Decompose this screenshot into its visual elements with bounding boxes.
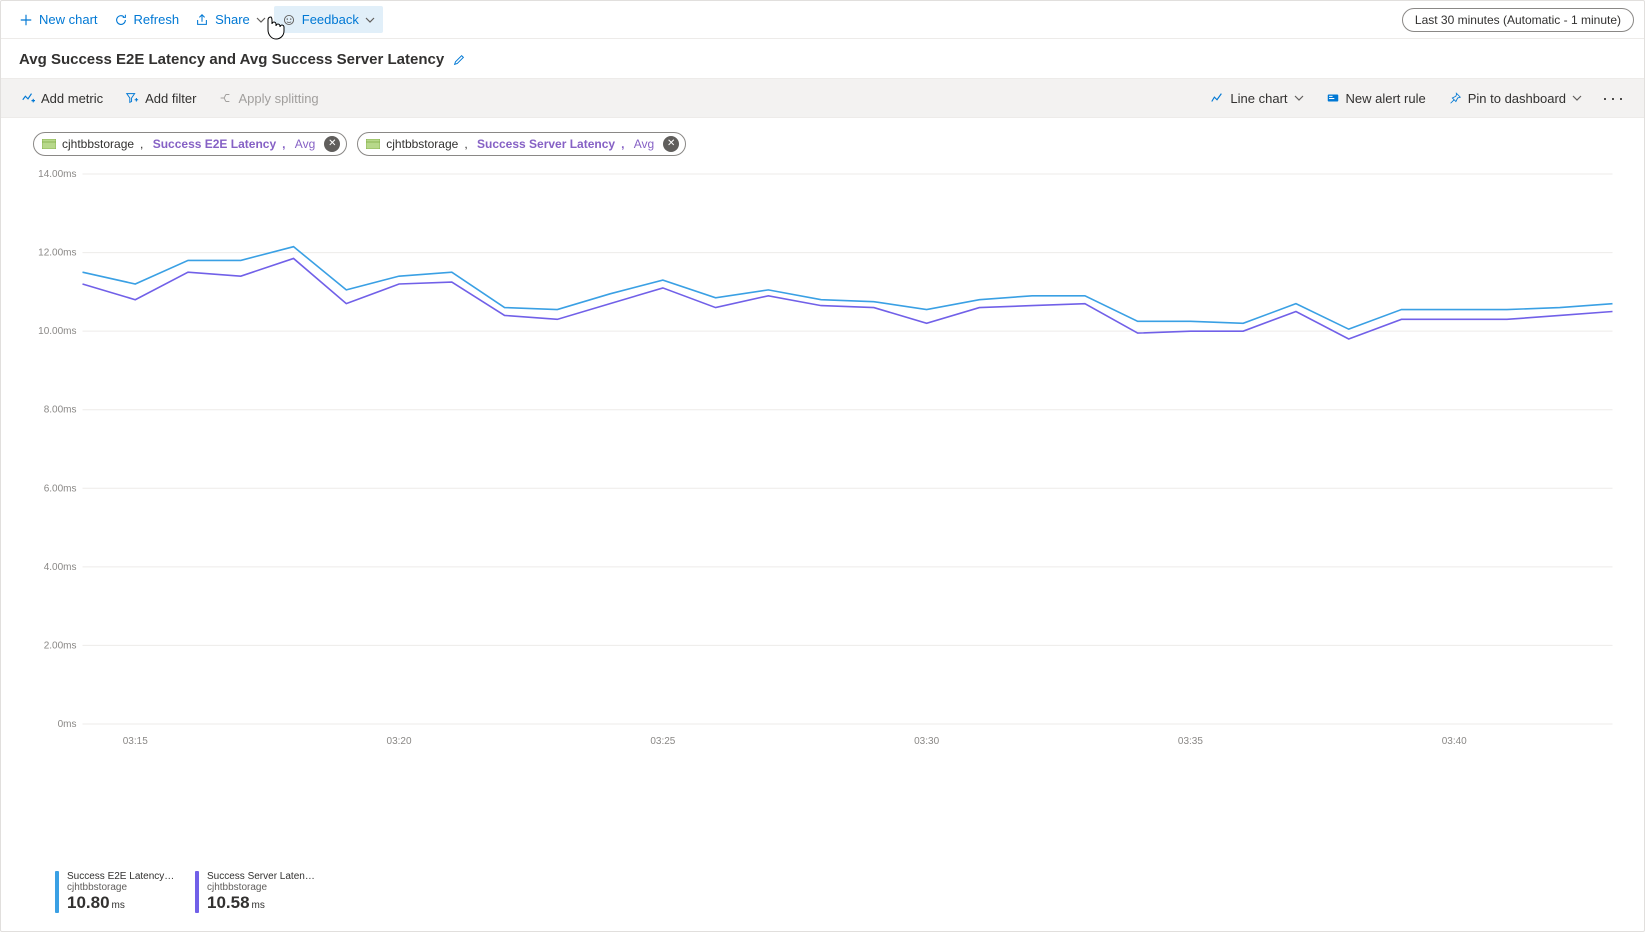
legend-resource: cjhtbbstorage	[207, 882, 315, 893]
svg-text:2.00ms: 2.00ms	[44, 640, 77, 651]
chevron-down-icon	[1294, 93, 1304, 103]
legend-unit: ms	[112, 900, 125, 911]
new-alert-label: New alert rule	[1346, 91, 1426, 106]
remove-chip-icon[interactable]: ✕	[324, 136, 340, 152]
alert-icon	[1326, 91, 1340, 105]
chart-type-dropdown[interactable]: Line chart	[1200, 85, 1313, 112]
svg-text:8.00ms: 8.00ms	[44, 405, 77, 416]
add-metric-label: Add metric	[41, 91, 103, 106]
refresh-button[interactable]: Refresh	[106, 6, 188, 33]
legend-item[interactable]: Success E2E Latency … cjhtbbstorage 10.8…	[55, 871, 177, 913]
chip-aggregation: Avg	[634, 137, 654, 151]
chevron-down-icon	[1572, 93, 1582, 103]
refresh-label: Refresh	[134, 12, 180, 27]
chart-title-row: Avg Success E2E Latency and Avg Success …	[1, 39, 1644, 78]
legend-series-name: Success E2E Latency …	[67, 871, 177, 882]
top-toolbar: New chart Refresh Share Feedback Last 30…	[1, 1, 1644, 39]
apply-splitting-label: Apply splitting	[238, 91, 318, 106]
chip-resource: cjhtbbstorage	[62, 137, 134, 151]
chart-area[interactable]: 0ms 2.00ms 4.00ms 6.00ms 8.00ms 10.00ms 12.00m…	[19, 168, 1626, 865]
legend-unit: ms	[252, 900, 265, 911]
filter-plus-icon	[125, 91, 139, 105]
chevron-down-icon	[365, 15, 375, 25]
sparkle-plus-icon	[21, 91, 35, 105]
legend-color-swatch	[55, 871, 59, 913]
add-filter-label: Add filter	[145, 91, 196, 106]
legend-value: 10.58	[207, 893, 250, 912]
refresh-icon	[114, 13, 128, 27]
legend-value: 10.80	[67, 893, 110, 912]
feedback-label: Feedback	[302, 12, 359, 27]
legend-item[interactable]: Success Server Laten… cjhtbbstorage 10.5…	[195, 871, 315, 913]
apply-splitting-button: Apply splitting	[208, 85, 328, 112]
remove-chip-icon[interactable]: ✕	[663, 136, 679, 152]
feedback-icon	[282, 13, 296, 27]
svg-text:12.00ms: 12.00ms	[38, 248, 76, 259]
svg-text:6.00ms: 6.00ms	[44, 483, 77, 494]
svg-text:03:25: 03:25	[650, 736, 675, 747]
pin-label: Pin to dashboard	[1468, 91, 1566, 106]
add-filter-button[interactable]: Add filter	[115, 85, 206, 112]
chevron-down-icon	[256, 15, 266, 25]
edit-title-icon[interactable]	[452, 53, 466, 67]
split-icon	[218, 91, 232, 105]
svg-text:10.00ms: 10.00ms	[38, 326, 76, 337]
time-range-picker[interactable]: Last 30 minutes (Automatic - 1 minute)	[1402, 8, 1634, 32]
metric-chip[interactable]: cjhtbbstorage, Success Server Latency, A…	[357, 132, 686, 156]
chip-metric: Success Server Latency	[477, 137, 615, 151]
svg-text:0ms: 0ms	[58, 719, 77, 730]
legend-series-name: Success Server Laten…	[207, 871, 315, 882]
pin-icon	[1448, 91, 1462, 105]
time-range-label: Last 30 minutes (Automatic - 1 minute)	[1415, 13, 1621, 27]
more-actions-button[interactable]: ···	[1594, 88, 1634, 109]
chart-type-label: Line chart	[1230, 91, 1287, 106]
legend-color-swatch	[195, 871, 199, 913]
chart-title: Avg Success E2E Latency and Avg Success …	[19, 51, 444, 68]
svg-text:4.00ms: 4.00ms	[44, 562, 77, 573]
metric-chip[interactable]: cjhtbbstorage, Success E2E Latency, Avg …	[33, 132, 347, 156]
add-metric-button[interactable]: Add metric	[11, 85, 113, 112]
new-chart-label: New chart	[39, 12, 98, 27]
svg-text:03:40: 03:40	[1442, 736, 1467, 747]
svg-text:03:15: 03:15	[123, 736, 148, 747]
line-chart-icon	[1210, 91, 1224, 105]
svg-text:03:35: 03:35	[1178, 736, 1203, 747]
svg-text:03:20: 03:20	[387, 736, 412, 747]
share-label: Share	[215, 12, 250, 27]
chart-toolbar: Add metric Add filter Apply splitting Li…	[1, 78, 1644, 118]
chart-legend: Success E2E Latency … cjhtbbstorage 10.8…	[1, 865, 1644, 931]
plus-icon	[19, 13, 33, 27]
feedback-button[interactable]: Feedback	[274, 6, 383, 33]
chip-aggregation: Avg	[295, 137, 315, 151]
new-chart-button[interactable]: New chart	[11, 6, 106, 33]
share-icon	[195, 13, 209, 27]
chip-metric: Success E2E Latency	[153, 137, 276, 151]
storage-icon	[366, 139, 380, 149]
metrics-line-chart[interactable]: 0ms 2.00ms 4.00ms 6.00ms 8.00ms 10.00ms 12.00m…	[19, 168, 1626, 752]
svg-text:03:30: 03:30	[914, 736, 939, 747]
metric-chips-row: cjhtbbstorage, Success E2E Latency, Avg …	[1, 118, 1644, 164]
new-alert-rule-button[interactable]: New alert rule	[1316, 85, 1436, 112]
chip-resource: cjhtbbstorage	[386, 137, 458, 151]
legend-resource: cjhtbbstorage	[67, 882, 177, 893]
svg-text:14.00ms: 14.00ms	[38, 169, 76, 180]
storage-icon	[42, 139, 56, 149]
pin-to-dashboard-button[interactable]: Pin to dashboard	[1438, 85, 1592, 112]
share-button[interactable]: Share	[187, 6, 274, 33]
